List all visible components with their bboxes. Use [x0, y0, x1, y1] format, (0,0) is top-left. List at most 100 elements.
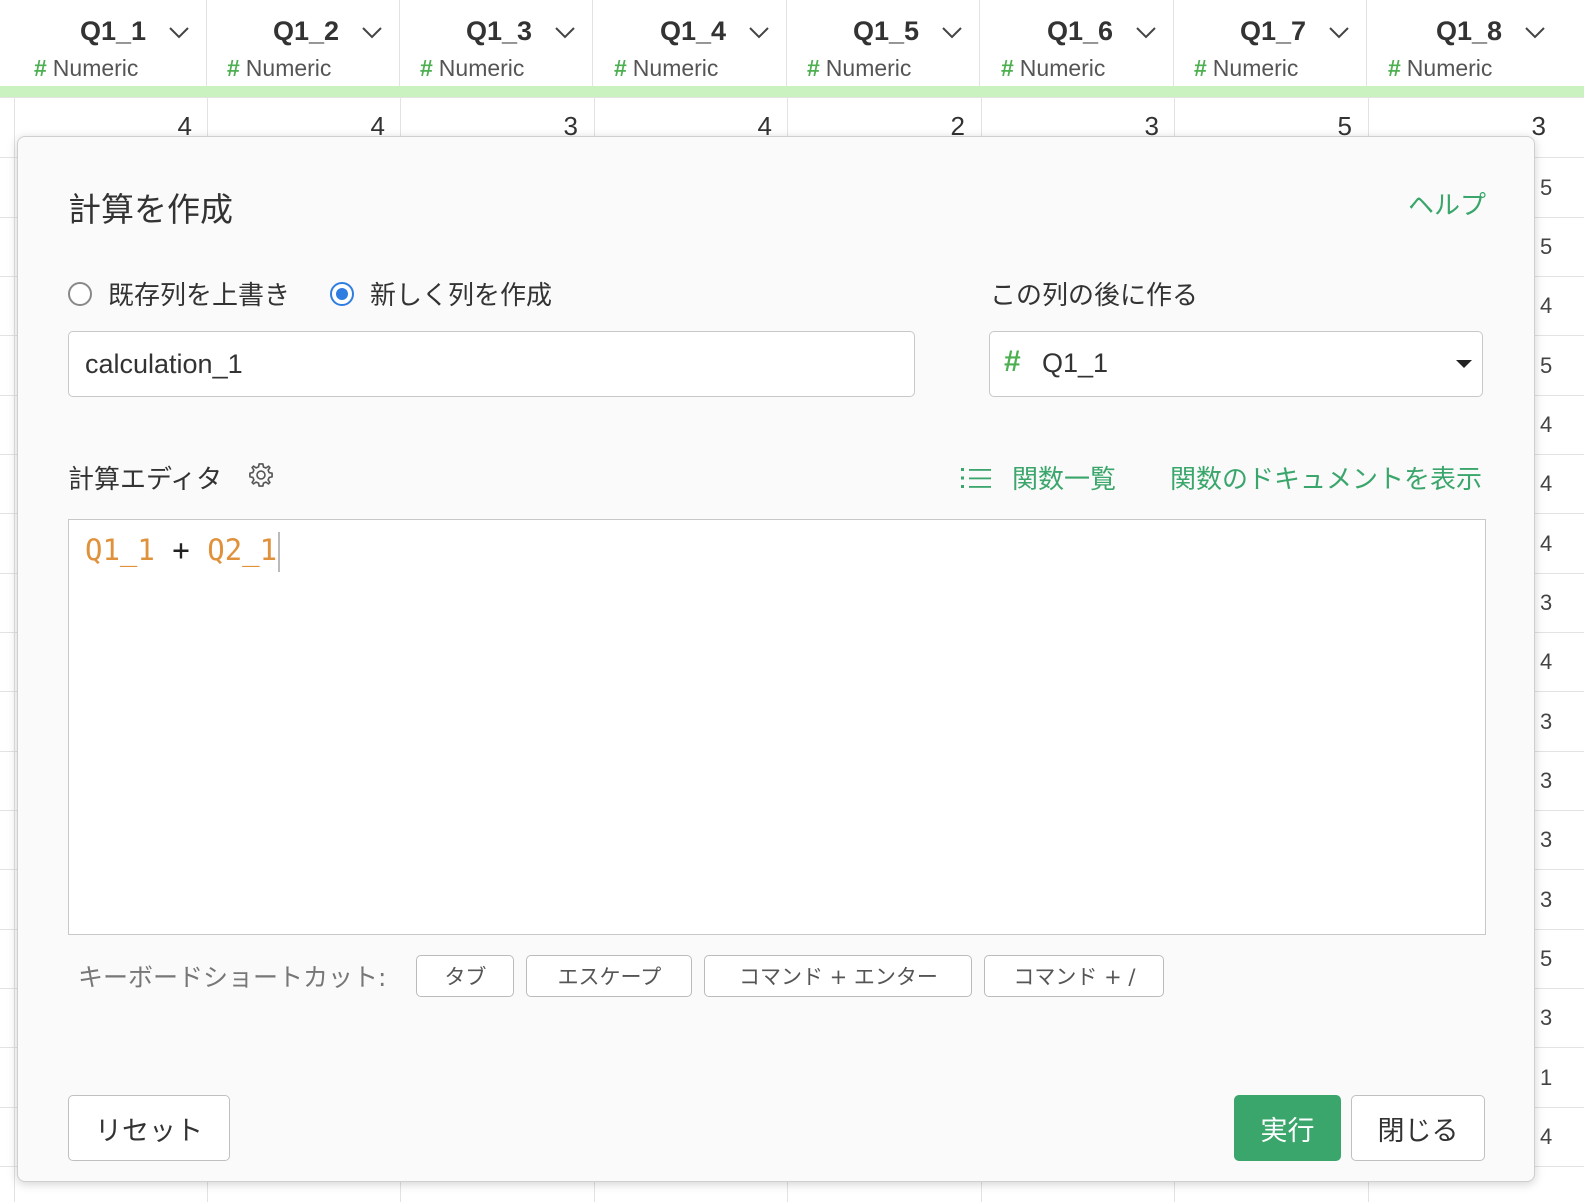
column-type: # Numeric [420, 55, 524, 82]
grid-line [0, 97, 1584, 98]
numeric-type-icon: # [34, 55, 47, 81]
table-cell[interactable]: 3 [1540, 1005, 1570, 1031]
insert-after-column-select[interactable]: # Q1_1 [989, 331, 1483, 397]
new-column-radio[interactable]: 新しく列を作成 [330, 275, 552, 312]
table-cell[interactable]: 3 [1540, 768, 1570, 794]
numeric-type-icon: # [1388, 55, 1401, 81]
table-cell[interactable]: 4 [1540, 531, 1570, 557]
column-type: # Numeric [1388, 55, 1492, 82]
column-header-q1-1[interactable]: Q1_1 # Numeric [14, 0, 207, 86]
column-type-label: Numeric [825, 55, 912, 81]
column-type: # Numeric [614, 55, 718, 82]
chevron-down-icon[interactable] [1524, 26, 1546, 40]
numeric-type-icon: # [614, 55, 627, 81]
column-name: Q1_5 [852, 16, 919, 46]
table-cell[interactable]: 3 [1540, 709, 1570, 735]
function-list-label: 関数一覧 [1012, 465, 1117, 495]
grid-line [14, 97, 15, 1202]
list-icon [961, 467, 991, 488]
overwrite-column-radio[interactable]: 既存列を上書き [68, 275, 290, 312]
text-cursor [278, 532, 281, 572]
chevron-down-icon[interactable] [554, 26, 576, 40]
insert-after-label: この列の後に作る [990, 281, 1199, 311]
code-token-operator: + [154, 533, 208, 567]
table-cell[interactable]: 3 [1540, 887, 1570, 913]
column-mode-radio-group: 既存列を上書き 新しく列を作成 [68, 275, 592, 312]
numeric-type-icon: # [1004, 345, 1021, 378]
shortcut-tab: タブ [416, 955, 515, 997]
numeric-type-icon: # [420, 55, 433, 81]
table-cell[interactable]: 3 [1540, 590, 1570, 616]
column-type-label: Numeric [438, 55, 525, 81]
code-token-column: Q2_1 [207, 533, 278, 567]
close-button[interactable]: 閉じる [1351, 1095, 1485, 1161]
radio-checked-icon[interactable] [330, 281, 355, 306]
radio-label: 新しく列を作成 [370, 281, 553, 311]
run-button[interactable]: 実行 [1234, 1095, 1341, 1161]
column-type-label: Numeric [245, 55, 332, 81]
column-type-label: Numeric [1406, 55, 1493, 81]
column-name: Q1_4 [659, 16, 726, 46]
column-type: # Numeric [34, 55, 138, 82]
calculation-code-editor[interactable]: Q1_1 + Q2_1 [68, 519, 1486, 935]
calculation-editor-label: 計算エディタ [68, 465, 223, 495]
reset-button[interactable]: リセット [68, 1095, 230, 1161]
dialog-title: 計算を作成 [68, 190, 233, 229]
column-type-label: Numeric [632, 55, 719, 81]
gear-icon[interactable] [247, 461, 275, 489]
column-header-q1-8[interactable]: Q1_8 # Numeric [1368, 0, 1584, 86]
column-quality-bar [0, 86, 1584, 97]
column-header-q1-3[interactable]: Q1_3 # Numeric [400, 0, 593, 86]
chevron-down-icon[interactable] [361, 26, 383, 40]
code-line: Q1_1 + Q2_1 [85, 532, 281, 572]
keyboard-shortcuts: キーボードショートカット: タブ エスケープ コマンド + エンター コマンド … [78, 955, 1176, 997]
numeric-type-icon: # [1001, 55, 1014, 81]
column-type-label: Numeric [52, 55, 139, 81]
table-cell[interactable]: 4 [1540, 293, 1570, 319]
table-cell[interactable]: 5 [1540, 175, 1570, 201]
column-name: Q1_6 [1046, 16, 1113, 46]
column-header-q1-4[interactable]: Q1_4 # Numeric [594, 0, 787, 86]
table-cell[interactable]: 4 [1540, 649, 1570, 675]
column-header-q1-5[interactable]: Q1_5 # Numeric [787, 0, 980, 86]
table-cell[interactable]: 5 [1540, 353, 1570, 379]
column-type-label: Numeric [1019, 55, 1106, 81]
column-name: Q1_1 [79, 16, 146, 46]
column-type: # Numeric [807, 55, 911, 82]
numeric-type-icon: # [1194, 55, 1207, 81]
column-header-q1-6[interactable]: Q1_6 # Numeric [981, 0, 1174, 86]
function-docs-link[interactable]: 関数のドキュメントを表示 [1170, 459, 1482, 496]
column-header-q1-7[interactable]: Q1_7 # Numeric [1174, 0, 1367, 86]
table-cell[interactable]: 1 [1540, 1065, 1570, 1091]
chevron-down-icon[interactable] [1135, 26, 1157, 40]
table-cell[interactable]: 3 [1540, 827, 1570, 853]
chevron-down-icon[interactable] [1328, 26, 1350, 40]
shortcut-command-enter: コマンド + エンター [704, 955, 973, 997]
column-name: Q1_7 [1239, 16, 1306, 46]
table-cell[interactable]: 4 [1540, 471, 1570, 497]
code-token-column: Q1_1 [85, 533, 155, 567]
column-type: # Numeric [227, 55, 331, 82]
column-type: # Numeric [1001, 55, 1105, 82]
chevron-down-icon[interactable] [748, 26, 770, 40]
shortcuts-label: キーボードショートカット: [78, 963, 387, 992]
selected-column: Q1_1 [1042, 348, 1109, 378]
help-link[interactable]: ヘルプ [1408, 185, 1486, 222]
column-type-label: Numeric [1212, 55, 1299, 81]
column-type: # Numeric [1194, 55, 1298, 82]
table-cell[interactable]: 5 [1540, 234, 1570, 260]
column-name: Q1_8 [1435, 16, 1502, 46]
radio-unchecked-icon[interactable] [68, 281, 92, 306]
shortcut-escape: エスケープ [526, 955, 693, 997]
function-list-link[interactable]: 関数一覧 [960, 459, 1116, 496]
table-cell[interactable]: 5 [1540, 946, 1570, 972]
table-cell[interactable]: 4 [1540, 412, 1570, 438]
chevron-down-icon[interactable] [168, 26, 190, 40]
chevron-down-icon[interactable] [941, 26, 963, 40]
shortcut-command-slash: コマンド + / [984, 955, 1165, 997]
radio-label: 既存列を上書き [108, 281, 291, 311]
table-cell[interactable]: 4 [1540, 1124, 1570, 1150]
grid-header: Q1_1 # Numeric Q1_2 # Numeric Q1_3 # Numeri… [0, 0, 1584, 86]
new-column-name-input[interactable] [68, 331, 915, 397]
column-header-q1-2[interactable]: Q1_2 # Numeric [207, 0, 400, 86]
